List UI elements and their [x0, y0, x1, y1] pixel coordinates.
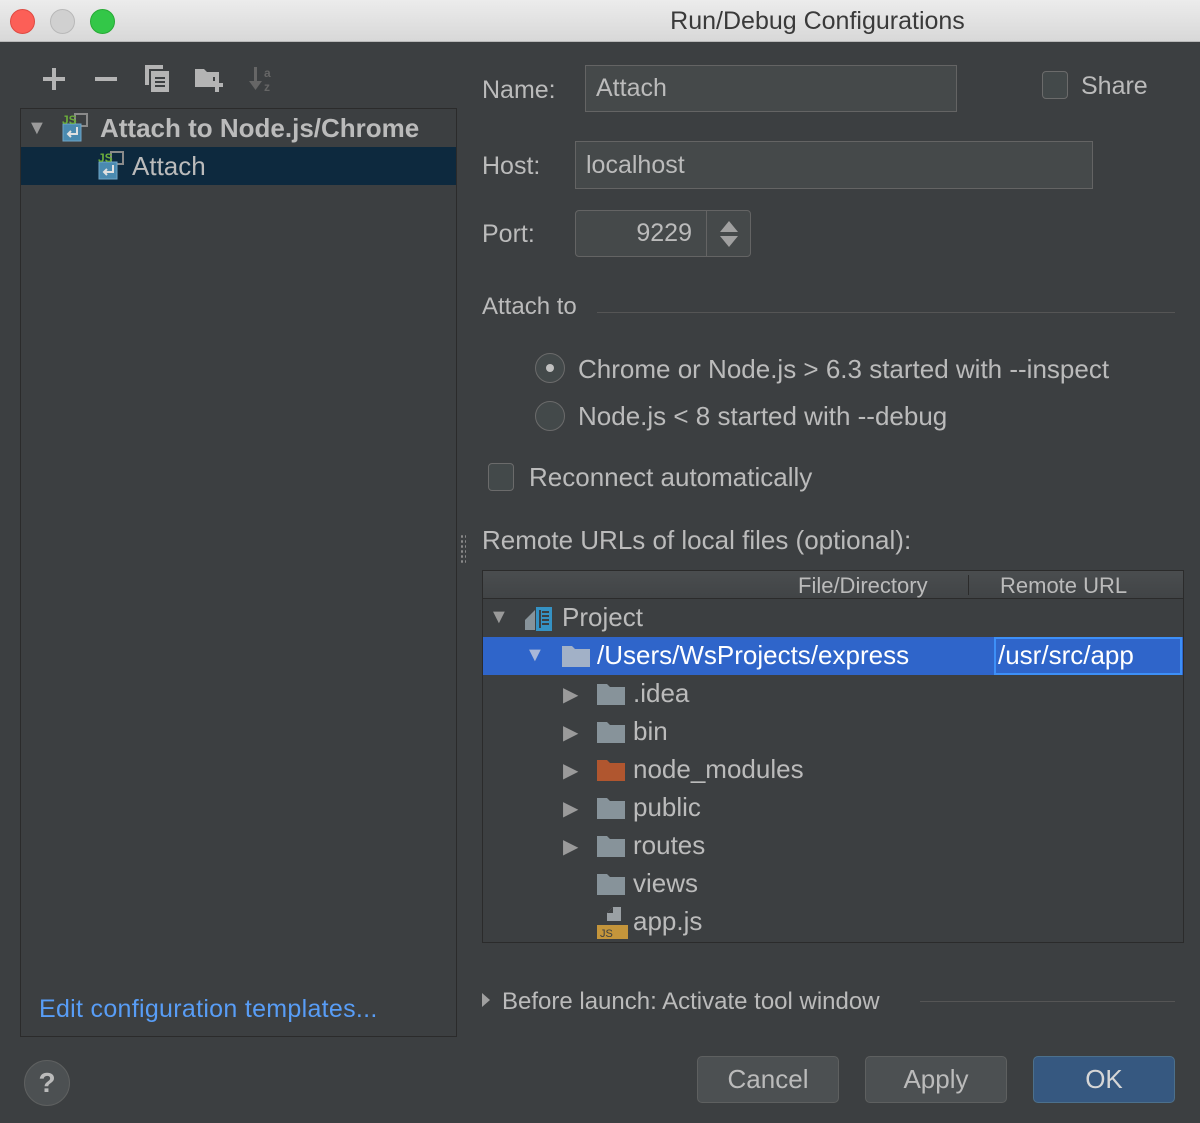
- table-row-node-modules[interactable]: ▶ node_modules: [483, 751, 1183, 789]
- help-button[interactable]: ?: [24, 1060, 70, 1106]
- table-row-routes[interactable]: ▶ routes: [483, 827, 1183, 865]
- excluded-folder-icon: [597, 760, 625, 781]
- decrement-icon[interactable]: [720, 236, 738, 247]
- add-icon: [43, 68, 65, 90]
- before-launch-label: Before launch: Activate tool window: [502, 988, 880, 1015]
- row-name: .idea: [633, 678, 690, 708]
- config-toolbar: az: [28, 62, 288, 96]
- row-name: app.js: [633, 906, 703, 936]
- collapse-arrow-icon[interactable]: ▶: [563, 682, 578, 707]
- name-label: Name:: [482, 76, 556, 104]
- tree-item-label: Attach: [132, 150, 206, 181]
- svg-text:z: z: [264, 80, 270, 93]
- remote-urls-label: Remote URLs of local files (optional):: [482, 525, 912, 555]
- tree-group-label: Attach to Node.js/Chrome: [100, 112, 420, 143]
- tree-group-attach-node-chrome[interactable]: ▼ JS Attach to Node.js/Chrome: [21, 109, 456, 147]
- radio-inspect[interactable]: [535, 353, 565, 383]
- increment-icon[interactable]: [720, 221, 738, 232]
- svg-text:a: a: [264, 66, 271, 80]
- sort-alphabetically-icon: az: [249, 66, 271, 93]
- folder-icon: [597, 798, 625, 819]
- svg-text:JS: JS: [600, 928, 613, 939]
- host-label: Host:: [482, 152, 541, 180]
- table-header: File/Directory Remote URL: [483, 571, 1183, 599]
- window-title: Run/Debug Configurations: [670, 7, 965, 35]
- new-folder-button[interactable]: [184, 62, 236, 96]
- table-row-project[interactable]: ▼ Project: [483, 599, 1183, 637]
- expand-arrow-icon[interactable]: ▼: [27, 117, 47, 140]
- ok-button[interactable]: OK: [1033, 1056, 1175, 1103]
- collapse-arrow-icon[interactable]: ▶: [563, 720, 578, 745]
- collapse-arrow-icon[interactable]: ▶: [563, 796, 578, 821]
- attach-to-heading: Attach to: [482, 293, 577, 320]
- row-name: routes: [633, 830, 706, 860]
- row-name: node_modules: [633, 754, 804, 784]
- name-input[interactable]: Attach: [585, 65, 957, 112]
- table-row-idea[interactable]: ▶ .idea: [483, 675, 1183, 713]
- collapse-arrow-icon[interactable]: ▶: [563, 834, 578, 859]
- row-name: bin: [633, 716, 668, 746]
- attach-to-separator: [597, 312, 1175, 313]
- cancel-button[interactable]: Cancel: [697, 1056, 839, 1103]
- collapse-arrow-icon[interactable]: ▶: [563, 758, 578, 783]
- remove-config-button[interactable]: [80, 62, 132, 96]
- title-bar: Run/Debug Configurations: [0, 0, 1200, 42]
- port-value[interactable]: 9229: [636, 219, 692, 248]
- row-name: /Users/WsProjects/express: [597, 640, 910, 670]
- port-label: Port:: [482, 220, 535, 248]
- tree-item-attach[interactable]: JS Attach: [21, 147, 456, 185]
- table-row-bin[interactable]: ▶ bin: [483, 713, 1183, 751]
- remote-url-input[interactable]: /usr/src/app: [994, 637, 1182, 675]
- host-input[interactable]: localhost: [575, 141, 1093, 189]
- radio-inspect-label[interactable]: Chrome or Node.js > 6.3 started with --i…: [578, 354, 1109, 385]
- reconnect-checkbox[interactable]: [488, 463, 514, 491]
- js-attach-icon: JS: [62, 113, 88, 142]
- splitter-handle[interactable]: [460, 534, 466, 564]
- column-divider[interactable]: [968, 575, 969, 595]
- copy-icon: [145, 65, 169, 92]
- row-name: public: [633, 792, 701, 822]
- configurations-tree: ▼ JS Attach to Node.js/Chrome JS Attach …: [20, 108, 457, 1037]
- before-launch-section[interactable]: Before launch: Activate tool window: [482, 988, 880, 1016]
- folder-icon: [597, 684, 625, 705]
- share-checkbox[interactable]: [1042, 71, 1068, 99]
- radio-debug[interactable]: [535, 401, 565, 431]
- radio-debug-label[interactable]: Node.js < 8 started with --debug: [578, 401, 947, 432]
- remote-urls-table: File/Directory Remote URL ▼ Project ▼ /U…: [482, 570, 1184, 943]
- add-config-button[interactable]: [28, 62, 80, 96]
- folder-icon: [562, 646, 590, 667]
- row-name: views: [633, 868, 699, 898]
- table-row-express[interactable]: ▼ /Users/WsProjects/express /usr/src/app: [483, 637, 1183, 675]
- svg-text:JS: JS: [62, 113, 77, 127]
- column-header-file-directory[interactable]: File/Directory: [798, 573, 928, 599]
- remove-icon: [95, 77, 117, 81]
- expand-arrow-icon[interactable]: ▼: [525, 644, 545, 667]
- copy-config-button[interactable]: [132, 62, 184, 96]
- folder-icon: [597, 722, 625, 743]
- sort-configs-button[interactable]: az: [236, 62, 288, 96]
- edit-configuration-templates-link[interactable]: Edit configuration templates...: [39, 995, 378, 1024]
- js-attach-icon: JS: [98, 151, 124, 180]
- row-name: Project: [562, 602, 643, 632]
- port-spinner[interactable]: 9229: [575, 210, 751, 257]
- share-label: Share: [1081, 72, 1148, 100]
- js-file-icon: JS: [597, 907, 628, 939]
- port-stepper[interactable]: [706, 211, 750, 256]
- table-row-views[interactable]: views: [483, 865, 1183, 903]
- column-header-remote-url[interactable]: Remote URL: [1000, 573, 1127, 599]
- reconnect-label[interactable]: Reconnect automatically: [529, 462, 812, 493]
- before-launch-separator: [920, 1001, 1175, 1002]
- apply-button[interactable]: Apply: [865, 1056, 1007, 1103]
- expand-arrow-icon[interactable]: ▼: [489, 606, 509, 629]
- expand-triangle-icon[interactable]: [482, 993, 490, 1007]
- table-row-app-js[interactable]: JS app.js: [483, 903, 1183, 941]
- folder-icon: [597, 874, 625, 895]
- folder-icon: [597, 836, 625, 857]
- project-icon: [525, 607, 552, 631]
- svg-text:JS: JS: [98, 151, 113, 165]
- table-row-public[interactable]: ▶ public: [483, 789, 1183, 827]
- new-folder-icon: [195, 69, 223, 92]
